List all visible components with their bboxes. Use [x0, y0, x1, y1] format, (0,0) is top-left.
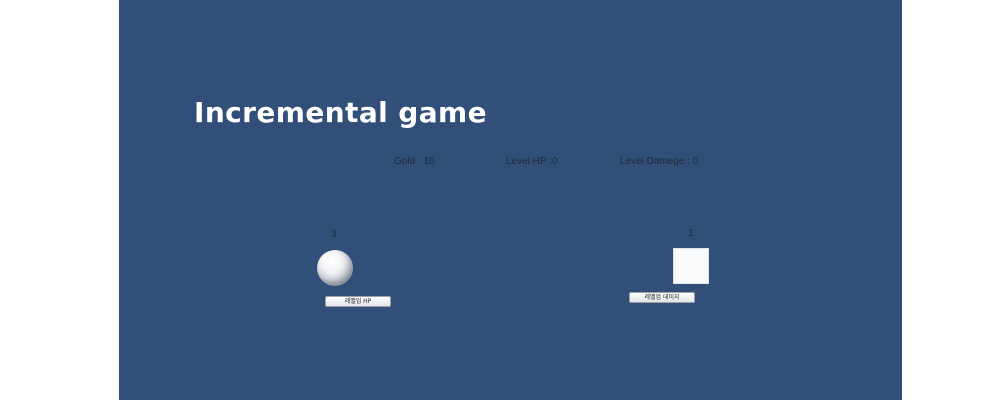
level-hp-counter: Level HP :0 [506, 156, 558, 167]
gold-counter: Gold : 10 [394, 156, 435, 167]
level-up-damage-button[interactable]: 레벨업 데미지 [629, 292, 695, 303]
game-title: Incremental game [194, 96, 487, 129]
level-damage-counter: Level Damege : 0 [620, 156, 699, 167]
sphere-target[interactable] [317, 250, 353, 286]
cube-count-label: 1 [688, 228, 694, 239]
game-viewport: Incremental game Gold : 10 Level HP :0 L… [119, 0, 902, 400]
cube-target[interactable] [673, 248, 709, 284]
sphere-count-label: 3 [331, 229, 337, 240]
level-up-hp-button[interactable]: 레벨업 HP [325, 296, 391, 307]
